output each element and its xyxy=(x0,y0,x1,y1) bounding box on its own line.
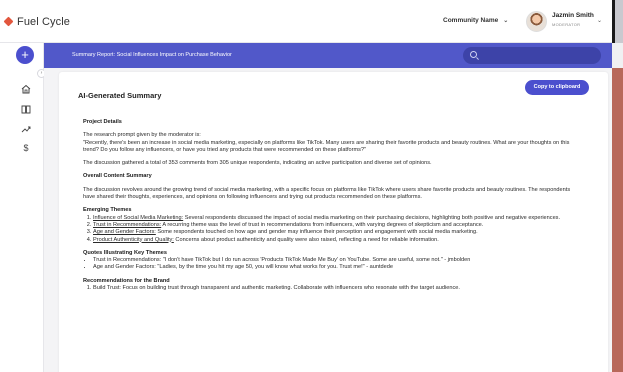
user-name: Jazmin Smith xyxy=(552,12,594,19)
main-content: AI-Generated Summary Copy to clipboard P… xyxy=(44,68,612,372)
list-item: Influence of Social Media Marketing: Sev… xyxy=(93,215,583,222)
theme-text: Several respondents discussed the impact… xyxy=(183,214,561,221)
trending-icon[interactable] xyxy=(21,124,31,134)
home-icon[interactable] xyxy=(21,84,31,94)
book-icon[interactable] xyxy=(21,104,31,114)
community-selector[interactable]: Community Name ⌄ xyxy=(443,17,508,24)
summary-card: AI-Generated Summary Copy to clipboard P… xyxy=(59,72,608,372)
chevron-down-icon[interactable]: ⌄ xyxy=(597,17,602,24)
user-menu[interactable]: Jazmin Smith MODERATOR xyxy=(552,12,594,27)
list-item: Product Authenticity and Quality: Concer… xyxy=(93,237,583,244)
list-item: Build Trust: Focus on building trust thr… xyxy=(93,285,583,292)
overall-text: The discussion revolves around the growi… xyxy=(83,186,571,201)
dollar-icon[interactable]: $ xyxy=(21,143,31,153)
report-header: Summary Report: Social Influences Impact… xyxy=(44,43,612,68)
top-bar: Fuel Cycle Community Name ⌄ Jazmin Smith… xyxy=(0,0,612,43)
theme-text: Some respondents touched on how age and … xyxy=(155,229,478,236)
sidebar: + › $ xyxy=(0,43,46,372)
theme-title: Age and Gender Factors: xyxy=(93,229,156,236)
themes-heading: Emerging Themes xyxy=(83,207,132,214)
logo-text: Fuel Cycle xyxy=(17,16,70,28)
gathered-text: The discussion gathered a total of 353 c… xyxy=(83,160,432,167)
recs-heading: Recommendations for the Brand xyxy=(83,277,170,284)
search-icon xyxy=(470,51,477,58)
summary-content: Project Details The research prompt give… xyxy=(83,119,583,292)
window-edge xyxy=(612,0,615,43)
community-name: Community Name xyxy=(443,17,499,24)
prompt-intro: The research prompt given by the moderat… xyxy=(83,132,201,139)
window-edge xyxy=(612,43,623,68)
quotes-heading: Quotes Illustrating Key Themes xyxy=(83,249,167,256)
project-details-heading: Project Details xyxy=(83,119,122,125)
chevron-down-icon: ⌄ xyxy=(503,18,509,24)
theme-text: Concerns about product authenticity and … xyxy=(173,236,439,243)
add-button[interactable]: + xyxy=(16,46,34,64)
list-item: Trust in Recommendations: A recurring th… xyxy=(93,222,583,229)
avatar[interactable] xyxy=(526,11,547,32)
list-item: Age and Gender Factors: Some respondents… xyxy=(93,229,583,236)
theme-text: A recurring theme was the level of trust… xyxy=(161,221,484,228)
theme-title: Product Authenticity and Quality: xyxy=(93,236,174,243)
search-input[interactable] xyxy=(463,47,601,64)
theme-title: Trust in Recommendations: xyxy=(93,221,162,228)
themes-list: Influence of Social Media Marketing: Sev… xyxy=(83,215,583,244)
quotes-list: Trust in Recommendations: "I don't have … xyxy=(83,257,583,272)
theme-title: Influence of Social Media Marketing: xyxy=(93,214,184,221)
user-role: MODERATOR xyxy=(552,22,581,27)
page-title: Summary Report: Social Influences Impact… xyxy=(72,52,232,58)
prompt-text: "Recently, there's been an increase in s… xyxy=(83,139,570,153)
fuel-cycle-logo-icon xyxy=(4,17,14,27)
list-item: Trust in Recommendations: "I don't have … xyxy=(93,257,583,264)
overall-heading: Overall Content Summary xyxy=(83,173,152,180)
background-edge xyxy=(612,68,623,372)
logo[interactable]: Fuel Cycle xyxy=(4,16,70,28)
summary-title: AI-Generated Summary xyxy=(78,91,162,100)
list-item: Age and Gender Factors: "Ladies, by the … xyxy=(93,264,583,271)
recs-list: Build Trust: Focus on building trust thr… xyxy=(83,285,583,292)
copy-to-clipboard-button[interactable]: Copy to clipboard xyxy=(525,80,589,95)
